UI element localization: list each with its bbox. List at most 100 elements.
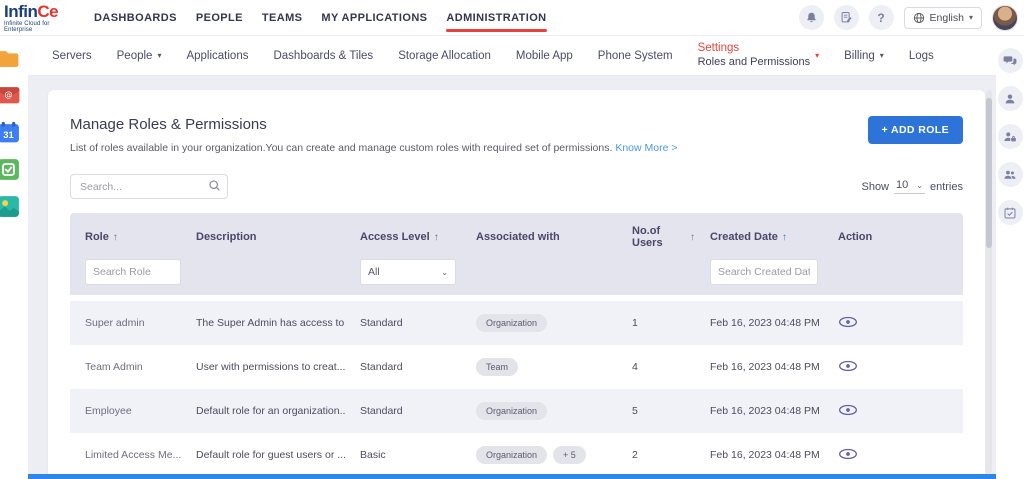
subnav-mobile-app[interactable]: Mobile App	[516, 50, 573, 62]
user-avatar[interactable]	[992, 4, 1018, 31]
column-header-no-of-users[interactable]: No.of Users ↑	[617, 225, 695, 249]
add-role-button[interactable]: + ADD ROLE	[867, 116, 963, 144]
help-button[interactable]: ?	[868, 5, 894, 30]
assign-user-panel-button[interactable]	[997, 124, 1023, 149]
nav-my-applications[interactable]: MY APPLICATIONS	[321, 6, 427, 30]
chevron-down-icon: ▾	[815, 51, 820, 60]
associated-with-cell: Team	[461, 358, 617, 376]
more-associations-badge[interactable]: + 5	[553, 446, 586, 464]
admin-sub-nav: Servers People ▾ Applications Dashboards …	[28, 36, 996, 76]
associated-with-cell: Organization	[461, 314, 617, 332]
column-header-role[interactable]: Role ↑	[70, 225, 181, 249]
created-date-filter-input[interactable]	[710, 259, 818, 285]
brand-logo[interactable]: InfinCe Infinite Cloud for Enterprise	[4, 3, 66, 33]
users-count-cell: 2	[632, 449, 638, 461]
subnav-logs[interactable]: Logs	[909, 50, 934, 62]
people-group-icon	[1003, 168, 1017, 182]
roles-permissions-card: Manage Roles & Permissions List of roles…	[48, 90, 985, 479]
description-cell: Default role for guest users or ...	[196, 449, 345, 461]
column-header-access-level[interactable]: Access Level ↑	[345, 225, 461, 249]
chat-panel-button[interactable]	[997, 48, 1023, 73]
description-cell: User with permissions to creat...	[196, 361, 345, 373]
show-entries-suffix: entries	[929, 180, 963, 193]
description-cell: The Super Admin has access to ...	[196, 317, 345, 329]
content-scrollbar[interactable]	[986, 90, 992, 474]
access-level-filter-select[interactable]: All ⌄	[360, 259, 456, 285]
entries-per-page-select[interactable]: 10 ⌄	[894, 179, 925, 194]
association-badge: Organization	[476, 446, 548, 464]
chevron-down-icon: ⌄	[441, 267, 448, 277]
associated-with-cell: Organization	[461, 402, 617, 420]
created-date-cell: Feb 16, 2023 04:48 PM	[710, 405, 820, 417]
access-level-cell: Standard	[360, 361, 403, 373]
show-entries-prefix: Show	[861, 180, 890, 193]
column-header-created-date[interactable]: Created Date ↑	[695, 225, 823, 249]
mail-app-icon[interactable]: @	[0, 83, 21, 108]
access-level-cell: Basic	[360, 449, 386, 461]
svg-text:31: 31	[3, 130, 13, 140]
gallery-app-icon[interactable]	[0, 194, 21, 219]
subnav-billing[interactable]: Billing ▾	[844, 50, 884, 62]
language-label: English	[929, 11, 964, 24]
nav-teams[interactable]: TEAMS	[262, 6, 303, 30]
brand-name: InfinCe	[4, 1, 59, 21]
view-role-button[interactable]	[838, 316, 858, 328]
table-body: Super admin The Super Admin has access t…	[70, 301, 963, 479]
access-level-cell: Standard	[360, 317, 403, 329]
subnav-settings[interactable]: Settings Roles and Permissions ▾	[698, 41, 820, 69]
created-date-cell: Feb 16, 2023 04:48 PM	[710, 317, 820, 329]
tasks-app-icon[interactable]	[0, 157, 21, 182]
brand-tagline: Infinite Cloud for Enterprise	[4, 20, 50, 33]
person-icon	[1003, 92, 1017, 106]
chat-icon	[1003, 54, 1017, 68]
footer-accent-bar	[28, 474, 996, 479]
access-level-cell: Standard	[360, 405, 403, 417]
subnav-applications[interactable]: Applications	[186, 50, 248, 62]
language-selector[interactable]: English ▾	[903, 6, 982, 29]
calendar-app-icon[interactable]: 31	[0, 120, 21, 145]
card-header: Manage Roles & Permissions List of roles…	[48, 90, 985, 154]
schedule-panel-button[interactable]	[997, 200, 1023, 225]
association-badge: Organization	[476, 314, 548, 332]
chevron-down-icon: ▾	[968, 13, 973, 22]
feedback-button[interactable]	[833, 5, 859, 30]
globe-icon	[913, 12, 925, 24]
svg-text:@: @	[4, 89, 12, 99]
search-input[interactable]	[70, 174, 228, 199]
notifications-button[interactable]	[798, 5, 824, 30]
nav-people[interactable]: PEOPLE	[196, 6, 243, 30]
roles-table: Role ↑ Description Access Level ↑ Associat…	[70, 213, 963, 479]
table-row: Team Admin User with permissions to crea…	[70, 345, 963, 389]
contacts-panel-button[interactable]	[997, 86, 1023, 111]
left-app-dock: @ 31	[0, 46, 28, 219]
table-filter-row: All ⌄	[70, 259, 963, 285]
nav-administration[interactable]: ADMINISTRATION	[446, 6, 547, 32]
view-role-button[interactable]	[838, 360, 858, 372]
subnav-phone-system[interactable]: Phone System	[598, 50, 673, 62]
table-header: Role ↑ Description Access Level ↑ Associat…	[70, 213, 963, 295]
role-cell: Team Admin	[85, 361, 143, 373]
global-search	[70, 174, 228, 199]
role-filter-input[interactable]	[85, 259, 181, 285]
know-more-link[interactable]: Know More >	[615, 142, 677, 154]
view-role-button[interactable]	[838, 448, 858, 460]
show-entries-control: Show 10 ⌄ entries	[861, 179, 963, 194]
users-count-cell: 5	[632, 405, 638, 417]
nav-dashboards[interactable]: DASHBOARDS	[94, 6, 177, 30]
search-icon	[208, 179, 221, 192]
scrollbar-thumb[interactable]	[986, 98, 992, 248]
role-cell: Super admin	[85, 317, 145, 329]
subnav-dashboards-tiles[interactable]: Dashboards & Tiles	[273, 50, 373, 62]
chevron-down-icon: ⌄	[916, 180, 923, 190]
groups-panel-button[interactable]	[997, 162, 1023, 187]
association-badge: Team	[476, 358, 519, 376]
subnav-storage-allocation[interactable]: Storage Allocation	[398, 50, 491, 62]
table-row: Employee Default role for an organizatio…	[70, 389, 963, 433]
description-cell: Default role for an organization...	[196, 405, 345, 417]
view-role-button[interactable]	[838, 404, 858, 416]
subnav-servers[interactable]: Servers	[52, 50, 92, 62]
top-header: InfinCe Infinite Cloud for Enterprise DA…	[0, 0, 1024, 36]
created-date-cell: Feb 16, 2023 04:48 PM	[710, 361, 820, 373]
files-app-icon[interactable]	[0, 46, 21, 71]
subnav-people[interactable]: People ▾	[117, 50, 162, 62]
